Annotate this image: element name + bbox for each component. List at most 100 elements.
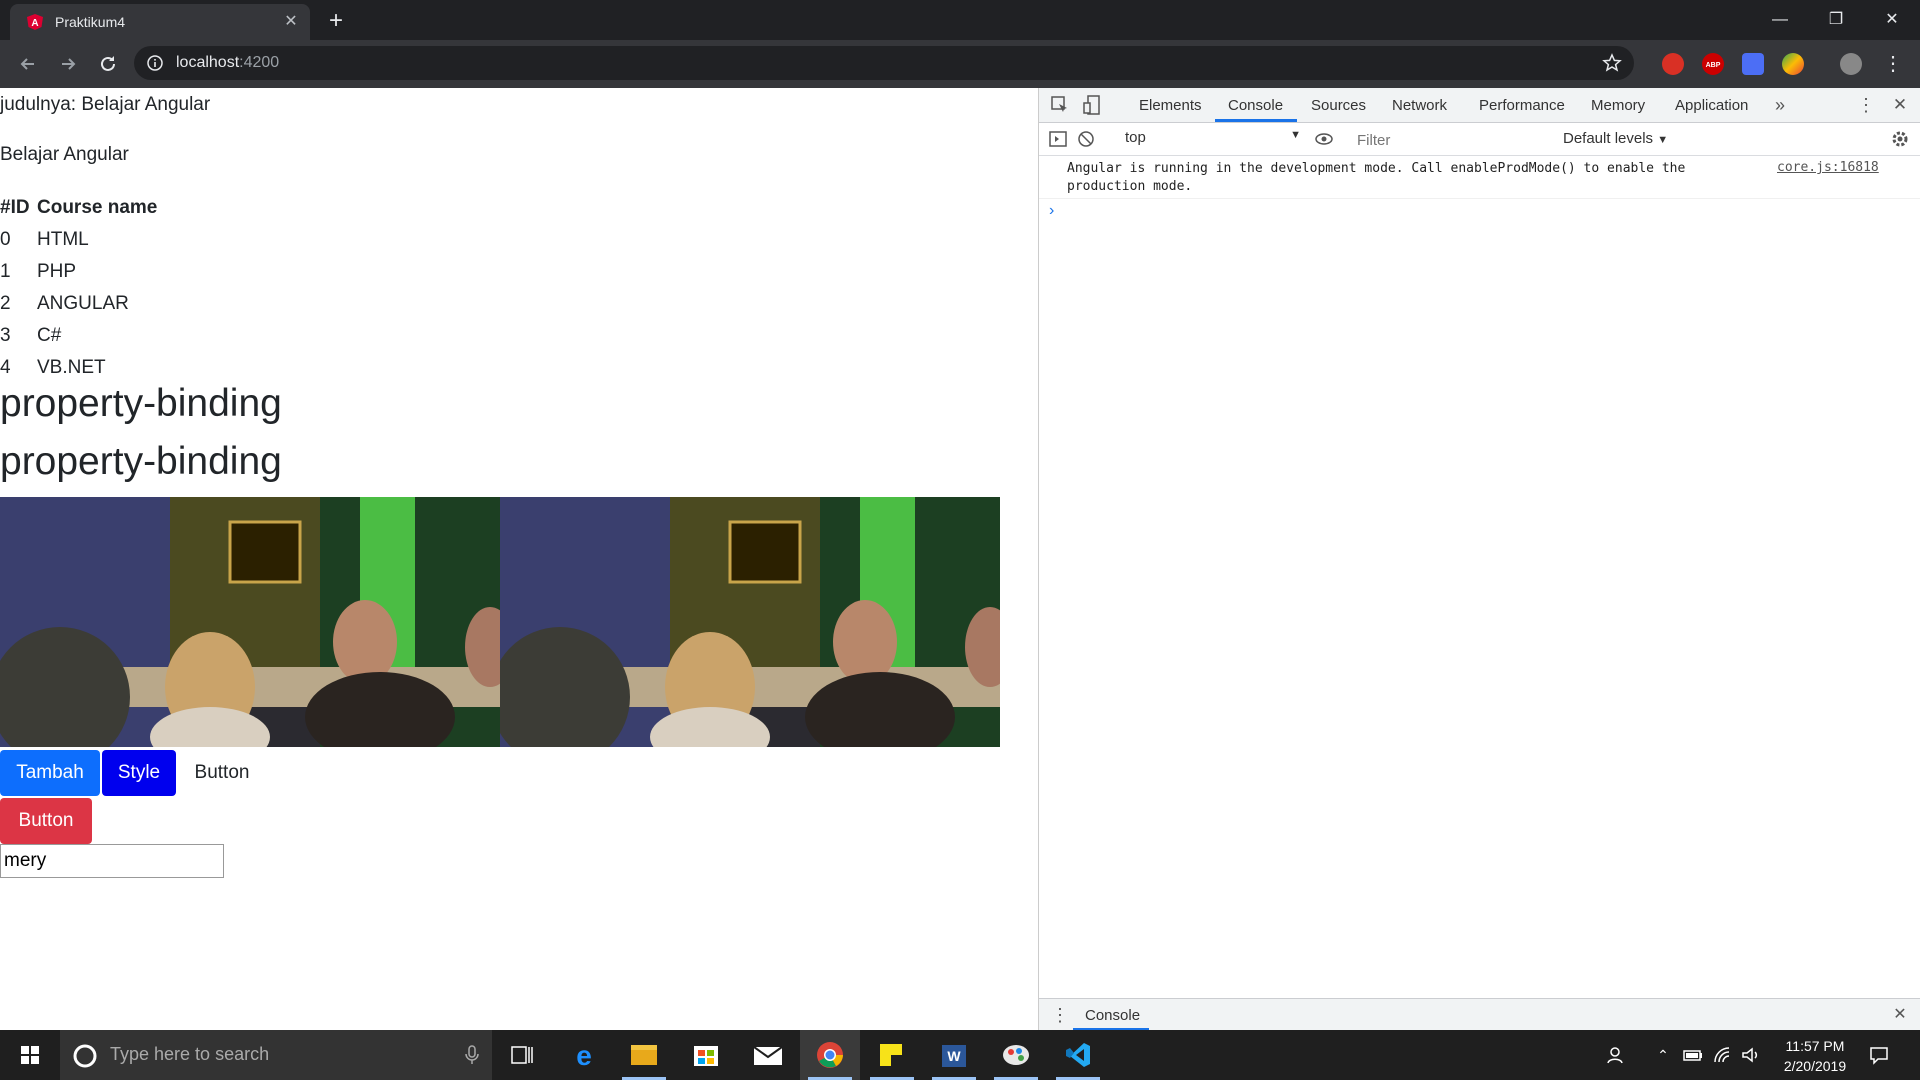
console-filterbar: top ▼ Default levels ▼ — [1039, 123, 1920, 156]
heading-property-binding-2: property-binding — [0, 440, 282, 483]
column-header-course: Course name — [37, 197, 158, 218]
address-bar[interactable]: localhost:4200 — [134, 46, 1634, 80]
info-icon[interactable] — [146, 54, 164, 72]
chevron-up-icon[interactable]: ⌃ — [1652, 1044, 1674, 1066]
devtools-drawer: ⋮ Console ✕ — [1039, 998, 1920, 1031]
cell-id: 3 — [0, 325, 11, 346]
tambah-button[interactable]: Tambah — [0, 750, 100, 796]
forward-icon[interactable] — [54, 50, 82, 78]
windows-start-icon[interactable] — [0, 1030, 60, 1080]
dropdown-arrow-icon: ▼ — [1290, 129, 1301, 141]
minimize-icon[interactable]: — — [1752, 0, 1808, 40]
microsoft-store-icon[interactable] — [676, 1030, 736, 1080]
search-placeholder: Type here to search — [110, 1044, 270, 1064]
table-row: 0 HTML — [0, 224, 157, 256]
log-levels-label: Default levels — [1563, 130, 1654, 147]
avatar[interactable] — [1840, 53, 1862, 75]
angular-icon: A — [26, 13, 44, 31]
drawer-menu-icon[interactable]: ⋮ — [1049, 1004, 1071, 1026]
drawer-tab-console[interactable]: Console — [1085, 1007, 1140, 1024]
word-icon[interactable]: W — [924, 1030, 984, 1080]
extension-blue-icon[interactable] — [1742, 53, 1764, 75]
name-input[interactable] — [0, 844, 224, 878]
svg-text:W: W — [947, 1048, 961, 1064]
table-row: 2 ANGULAR — [0, 288, 157, 320]
bookmark-star-icon[interactable] — [1602, 53, 1622, 73]
svg-text:ABP: ABP — [1706, 62, 1721, 69]
active-tab-indicator — [1215, 119, 1297, 122]
context-value: top — [1125, 129, 1146, 146]
drawer-close-icon[interactable]: ✕ — [1889, 1004, 1911, 1026]
wifi-icon[interactable] — [1712, 1044, 1734, 1066]
tab-elements[interactable]: Elements — [1139, 97, 1202, 114]
clock-time: 11:57 PM — [1785, 1038, 1845, 1054]
microphone-icon[interactable] — [464, 1044, 480, 1066]
battery-icon[interactable] — [1682, 1044, 1704, 1066]
device-toolbar-icon[interactable] — [1081, 94, 1103, 116]
browser-toolbar: localhost:4200 ABP ⋮ — [0, 40, 1920, 88]
dropdown-arrow-icon: ▼ — [1657, 134, 1669, 146]
devtools-tabbar: Elements Console Sources Network Perform… — [1039, 88, 1920, 123]
cell-id: 0 — [0, 229, 11, 250]
taskbar-search[interactable]: Type here to search — [60, 1030, 492, 1080]
console-filter-input[interactable] — [1355, 128, 1557, 152]
url-text: localhost:4200 — [176, 54, 280, 71]
sticky-notes-icon[interactable] — [862, 1030, 922, 1080]
people-icon[interactable] — [1606, 1044, 1628, 1066]
inspect-element-icon[interactable] — [1049, 94, 1071, 116]
task-view-icon[interactable] — [492, 1030, 552, 1080]
cell-course: ANGULAR — [37, 293, 129, 314]
edge-icon[interactable]: e — [554, 1030, 614, 1080]
cell-course: PHP — [37, 261, 77, 282]
new-tab-icon[interactable]: + — [322, 8, 350, 36]
back-icon[interactable] — [14, 50, 42, 78]
adblock-icon[interactable]: ABP — [1702, 53, 1724, 75]
console-log-message: Angular is running in the development mo… — [1067, 161, 1686, 194]
heading-property-binding-1: property-binding — [0, 382, 282, 425]
notification-center-icon[interactable] — [1868, 1044, 1890, 1066]
chrome-icon[interactable] — [800, 1030, 860, 1080]
extension-color-icon[interactable] — [1782, 53, 1804, 75]
tab-application[interactable]: Application — [1675, 97, 1748, 114]
style-button[interactable]: Style — [102, 750, 176, 796]
reload-icon[interactable] — [94, 50, 122, 78]
paint-icon[interactable] — [986, 1030, 1046, 1080]
sidebar-toggle-icon[interactable] — [1047, 128, 1069, 150]
tab-performance[interactable]: Performance — [1479, 97, 1565, 114]
menu-kebab-icon[interactable]: ⋮ — [1882, 53, 1904, 75]
volume-icon[interactable] — [1740, 1044, 1762, 1066]
restore-icon[interactable]: ❐ — [1808, 0, 1864, 40]
devtools-menu-icon[interactable]: ⋮ — [1855, 94, 1877, 116]
devtools-close-icon[interactable]: ✕ — [1889, 94, 1911, 116]
console-source-link[interactable]: core.js:16818 — [1777, 160, 1879, 175]
plain-button[interactable]: Button — [186, 750, 258, 796]
settings-gear-icon[interactable] — [1889, 128, 1911, 150]
tab-network[interactable]: Network — [1392, 97, 1447, 114]
mail-icon[interactable] — [738, 1030, 798, 1080]
tab-console[interactable]: Console — [1228, 97, 1283, 114]
extension-red-icon[interactable] — [1662, 53, 1684, 75]
clock-date: 2/20/2019 — [1783, 1058, 1847, 1074]
console-prompt-icon[interactable]: › — [1049, 202, 1054, 220]
cell-id: 4 — [0, 357, 11, 378]
window-close-icon[interactable]: ✕ — [1864, 0, 1920, 40]
log-levels-dropdown[interactable]: Default levels ▼ — [1563, 130, 1668, 147]
table-row: 3 C# — [0, 320, 157, 352]
tab-sources[interactable]: Sources — [1311, 97, 1366, 114]
file-explorer-icon[interactable] — [614, 1030, 674, 1080]
browser-tab[interactable]: A Praktikum4 ✕ — [10, 4, 310, 40]
clear-console-icon[interactable] — [1075, 128, 1097, 150]
cell-id: 1 — [0, 261, 11, 282]
vscode-icon[interactable] — [1048, 1030, 1108, 1080]
browser-tabstrip: A Praktikum4 ✕ + — ❐ ✕ — [0, 0, 1920, 40]
tab-memory[interactable]: Memory — [1591, 97, 1645, 114]
svg-text:A: A — [31, 18, 38, 29]
danger-button[interactable]: Button — [0, 798, 92, 844]
system-clock[interactable]: 11:57 PM 2/20/2019 — [1760, 1036, 1870, 1076]
eye-icon[interactable] — [1313, 128, 1335, 150]
close-icon[interactable]: ✕ — [282, 13, 300, 31]
more-tabs-chevron-icon[interactable]: » — [1775, 94, 1797, 116]
course-table: #ID Course name 0 HTML 1 PHP 2 ANGULAR 3 C# … — [0, 192, 157, 384]
context-select[interactable]: top ▼ — [1125, 129, 1301, 149]
table-header-row: #ID Course name — [0, 192, 157, 224]
